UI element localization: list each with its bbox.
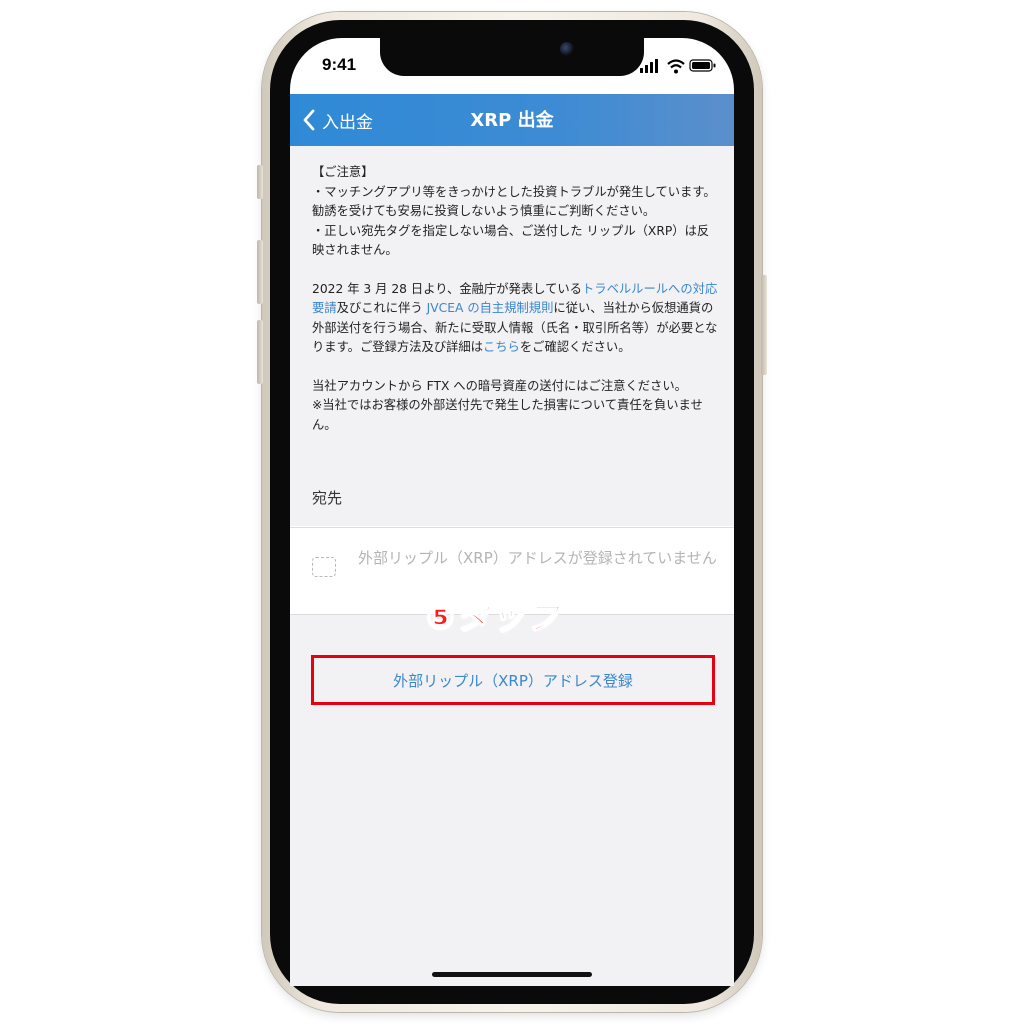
screenshot-stage: 9:41 入出金 XRP 出金 【ご注意】 ・マッチングアプリ等をきっかけとした…: [0, 0, 1024, 1024]
status-icons: [640, 59, 716, 74]
notch: [380, 38, 644, 76]
home-indicator: [432, 972, 592, 977]
travel-rule-text-end: をご確認ください。: [519, 340, 631, 354]
cellular-signal-icon: [640, 59, 658, 73]
volume-down-button: [257, 320, 263, 384]
travel-rule-text-pre: 2022 年 3 月 28 日より、金融庁が発表している: [312, 281, 582, 296]
volume-up-button: [257, 240, 263, 304]
no-address-message: 外部リップル（XRP）アドレスが登録されていません: [358, 549, 717, 567]
front-camera: [560, 42, 574, 56]
travel-rule-text-mid: 及びこれに伴う: [336, 301, 427, 315]
silent-switch: [257, 165, 263, 199]
status-time: 9:41: [322, 55, 357, 74]
register-address-label: 外部リップル（XRP）アドレス登録: [393, 671, 633, 690]
ftx-warning: 当社アカウントから FTX への暗号資産の送付にはご注意ください。: [312, 378, 687, 393]
address-checkbox[interactable]: [312, 557, 336, 577]
wifi-icon: [667, 59, 685, 74]
liability-note: ※当社ではお客様の外部送付先で発生した損害について責任を負いません。: [312, 398, 703, 432]
page-title: XRP 出金: [470, 110, 554, 131]
battery-icon: [689, 59, 716, 72]
notice-bullet-tag: ・正しい宛先タグを指定しない場合、ご送付した リップル（XRP）は反映されません…: [312, 223, 710, 258]
destination-label: 宛先: [312, 489, 343, 507]
power-button: [761, 275, 767, 375]
jvcea-rules-link[interactable]: JVCEA の自主規制規則: [427, 301, 554, 315]
notice-bullet-scam: ・マッチングアプリ等をきっかけとした投資トラブルが発生しています。勧誘を受けても…: [312, 184, 716, 219]
tap-step-annotation: ⑤タップ: [425, 597, 561, 639]
register-address-button[interactable]: 外部リップル（XRP）アドレス登録: [311, 655, 715, 705]
details-link[interactable]: こちら: [483, 340, 520, 354]
notice-block: 【ご注意】 ・マッチングアプリ等をきっかけとした投資トラブルが発生しています。勧…: [312, 163, 718, 454]
notice-heading: 【ご注意】: [312, 165, 374, 179]
